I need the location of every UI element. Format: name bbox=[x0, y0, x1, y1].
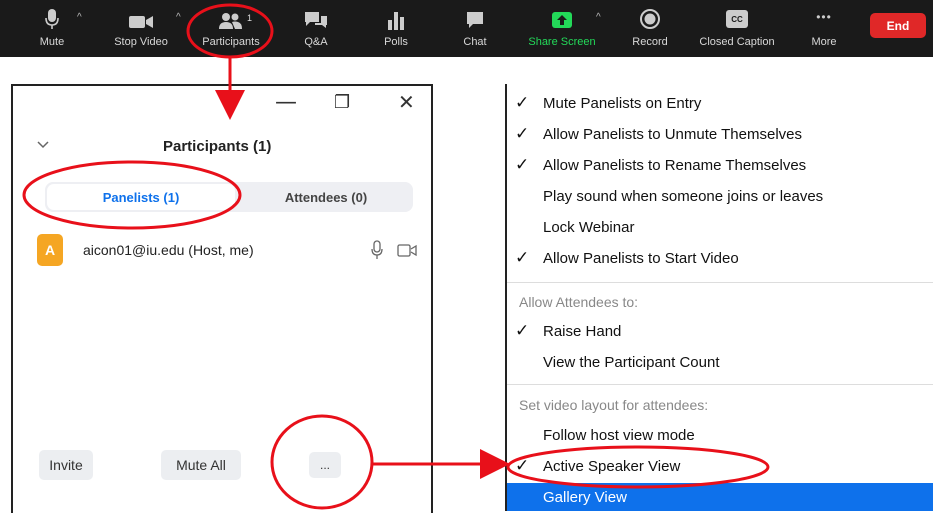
mute-button[interactable]: Mute bbox=[32, 0, 72, 57]
tab-panelists[interactable]: Panelists (1) bbox=[47, 184, 235, 210]
video-caret-icon[interactable]: ^ bbox=[176, 12, 181, 23]
polls-button[interactable]: Polls bbox=[376, 0, 416, 57]
video-camera-icon bbox=[128, 0, 154, 30]
stop-video-button[interactable]: Stop Video bbox=[108, 0, 174, 57]
more-dots-icon: ••• bbox=[816, 10, 832, 24]
participant-tabs: Panelists (1) Attendees (0) bbox=[45, 182, 413, 212]
participants-button[interactable]: Participants bbox=[196, 0, 266, 57]
participants-icon bbox=[218, 0, 244, 30]
polls-icon bbox=[387, 0, 405, 30]
chat-icon bbox=[465, 0, 485, 30]
section-attendees-label: Allow Attendees to: bbox=[519, 294, 639, 310]
menu-item-allow-unmute[interactable]: ✓ Allow Panelists to Unmute Themselves bbox=[507, 120, 933, 151]
participant-name: aicon01@iu.edu (Host, me) bbox=[83, 242, 254, 258]
section-layout-label: Set video layout for attendees: bbox=[519, 397, 709, 413]
menu-item-follow-host-view[interactable]: Follow host view mode bbox=[507, 421, 933, 452]
menu-item-gallery-view[interactable]: Gallery View bbox=[507, 483, 933, 511]
menu-item-mute-panelists-on-entry[interactable]: ✓ Mute Panelists on Entry bbox=[507, 89, 933, 120]
video-camera-icon[interactable] bbox=[397, 244, 417, 262]
meeting-toolbar: Mute ^ Stop Video ^ Participants 1 Q&A P… bbox=[0, 0, 933, 57]
qa-icon bbox=[303, 0, 329, 30]
participants-count-badge: 1 bbox=[247, 13, 253, 23]
close-icon[interactable]: ✕ bbox=[398, 90, 415, 114]
avatar: A bbox=[37, 234, 63, 266]
share-screen-button[interactable]: Share Screen bbox=[524, 0, 600, 57]
share-screen-icon bbox=[551, 0, 573, 30]
tab-attendees[interactable]: Attendees (0) bbox=[241, 184, 411, 210]
check-icon: ✓ bbox=[515, 93, 530, 112]
record-button[interactable]: Record bbox=[628, 0, 672, 57]
menu-item-lock-webinar[interactable]: Lock Webinar bbox=[507, 213, 933, 244]
collapse-chevron-icon[interactable] bbox=[37, 138, 49, 152]
menu-item-play-sound[interactable]: Play sound when someone joins or leaves bbox=[507, 182, 933, 213]
menu-item-view-participant-count[interactable]: View the Participant Count bbox=[507, 348, 933, 379]
participants-panel: — ❐ ✕ Participants (1) Panelists (1) Att… bbox=[11, 84, 433, 513]
menu-divider bbox=[507, 384, 933, 385]
participant-row[interactable]: A aicon01@iu.edu (Host, me) bbox=[37, 234, 417, 268]
check-icon: ✓ bbox=[515, 321, 530, 340]
menu-divider bbox=[507, 282, 933, 283]
check-icon: ✓ bbox=[515, 124, 530, 143]
panel-title: Participants (1) bbox=[163, 138, 272, 155]
restore-icon[interactable]: ❐ bbox=[334, 92, 350, 113]
menu-item-allow-start-video[interactable]: ✓ Allow Panelists to Start Video bbox=[507, 244, 933, 275]
participant-settings-menu: ✓ Mute Panelists on Entry ✓ Allow Paneli… bbox=[505, 84, 933, 511]
microphone-icon bbox=[45, 0, 59, 30]
closed-caption-icon: CC bbox=[726, 0, 748, 30]
more-options-button[interactable]: ... bbox=[309, 452, 341, 478]
qa-button[interactable]: Q&A bbox=[296, 0, 336, 57]
mute-caret-icon[interactable]: ^ bbox=[77, 12, 82, 23]
check-icon: ✓ bbox=[515, 456, 530, 475]
mute-all-button[interactable]: Mute All bbox=[161, 450, 241, 480]
menu-item-active-speaker-view[interactable]: ✓ Active Speaker View bbox=[507, 452, 933, 483]
more-button[interactable]: ••• More bbox=[804, 0, 844, 57]
end-meeting-button[interactable]: End bbox=[870, 13, 926, 38]
menu-item-allow-rename[interactable]: ✓ Allow Panelists to Rename Themselves bbox=[507, 151, 933, 182]
microphone-icon[interactable] bbox=[371, 240, 383, 265]
share-caret-icon[interactable]: ^ bbox=[596, 12, 601, 23]
menu-item-raise-hand[interactable]: ✓ Raise Hand bbox=[507, 317, 933, 348]
check-icon: ✓ bbox=[515, 155, 530, 174]
record-icon bbox=[639, 0, 661, 30]
chat-button[interactable]: Chat bbox=[455, 0, 495, 57]
invite-button[interactable]: Invite bbox=[39, 450, 93, 480]
closed-caption-button[interactable]: CC Closed Caption bbox=[694, 0, 780, 57]
check-icon: ✓ bbox=[515, 248, 530, 267]
minimize-icon[interactable]: — bbox=[275, 90, 297, 115]
